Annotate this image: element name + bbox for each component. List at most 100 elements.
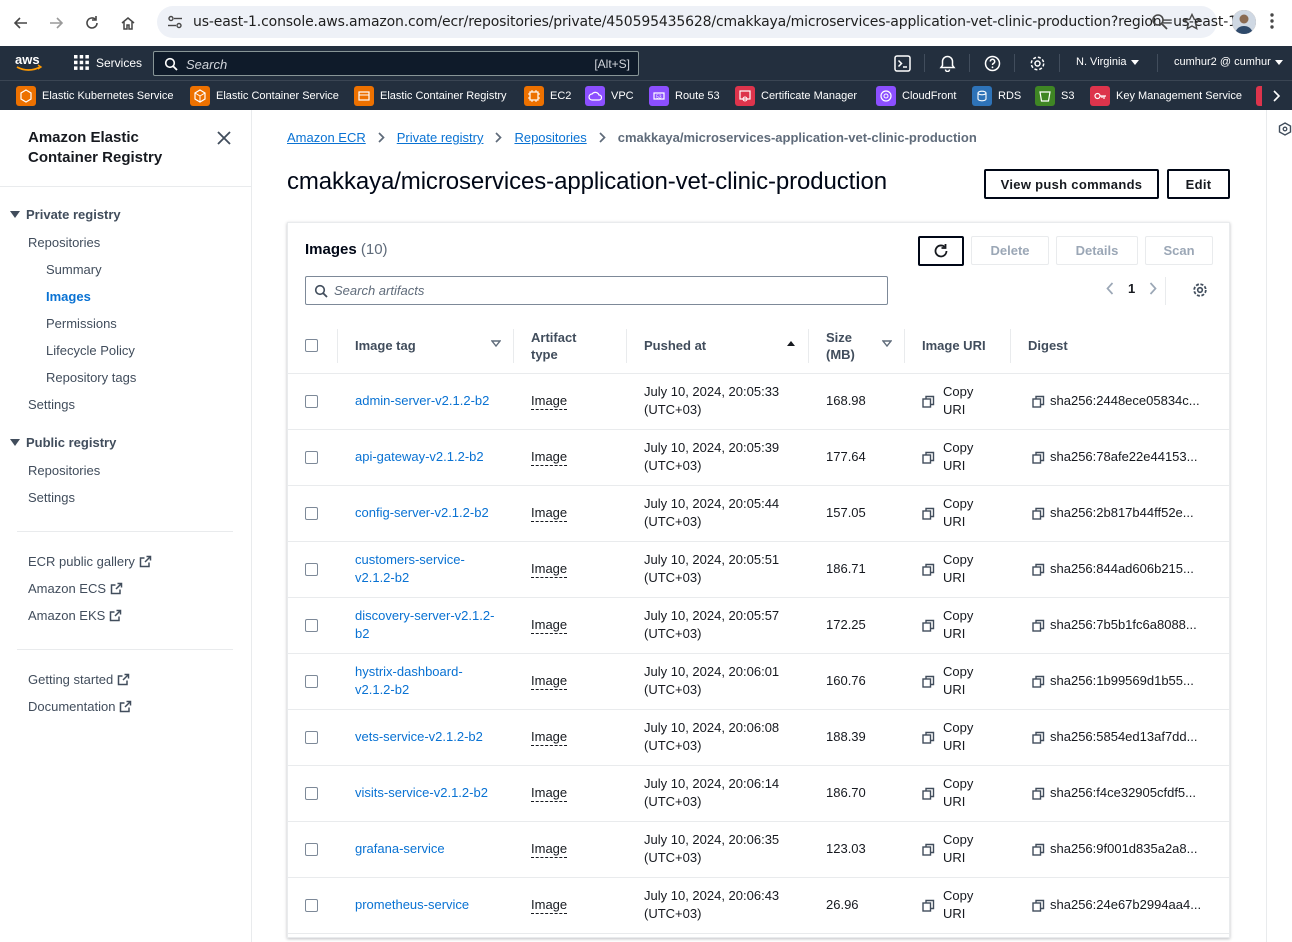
sort-caret-down-icon[interactable] xyxy=(491,340,501,347)
copy-digest-button[interactable]: sha256:24e67b2994aa4... xyxy=(1032,896,1217,914)
site-settings-icon[interactable] xyxy=(167,15,183,29)
help-icon[interactable] xyxy=(984,55,1001,72)
url-text[interactable]: us-east-1.console.aws.amazon.com/ecr/rep… xyxy=(193,14,1237,30)
reload-icon[interactable] xyxy=(74,5,110,41)
table-row[interactable]: grafana-service Image July 10, 2024, 20:06… xyxy=(288,821,1229,878)
row-checkbox[interactable] xyxy=(305,842,318,856)
image-tag-link[interactable]: api-gateway-v2.1.2-b2 xyxy=(355,449,484,464)
sort-caret-down-icon[interactable] xyxy=(882,340,892,347)
image-tag-link[interactable]: discovery-server-v2.1.2-b2 xyxy=(355,608,494,641)
aws-logo[interactable]: aws xyxy=(14,52,44,72)
sidebar-item-repositories[interactable]: Repositories xyxy=(28,235,100,250)
favorite-cloudfront[interactable]: CloudFront xyxy=(876,86,956,106)
favorites-scroll-right-icon[interactable] xyxy=(1262,86,1292,106)
copy-digest-button[interactable]: sha256:1b99569d1b55... xyxy=(1032,672,1217,690)
zoom-icon[interactable] xyxy=(1151,13,1169,31)
bookmark-star-icon[interactable] xyxy=(1183,13,1201,31)
sidebar-item-images[interactable]: Images xyxy=(46,289,91,304)
table-row[interactable]: visits-service-v2.1.2-b2 Image July 10, 20… xyxy=(288,765,1229,822)
sidebar-link-amazon-ecs[interactable]: Amazon ECS xyxy=(28,581,123,596)
artifact-type[interactable]: Image xyxy=(531,505,568,522)
table-row[interactable]: vets-service-v2.1.2-b2 Image July 10, 2024… xyxy=(288,709,1229,766)
refresh-button[interactable] xyxy=(918,236,964,266)
row-checkbox[interactable] xyxy=(305,674,318,688)
copy-digest-button[interactable]: sha256:844ad606b215... xyxy=(1032,560,1217,578)
row-checkbox[interactable] xyxy=(305,450,318,464)
copy-digest-button[interactable]: sha256:5854ed13af7dd... xyxy=(1032,728,1217,746)
breadcrumb-repositories[interactable]: Repositories xyxy=(514,130,586,145)
sidebar-link-getting-started[interactable]: Getting started xyxy=(28,672,130,687)
settings-gear-icon[interactable] xyxy=(1029,55,1046,72)
artifact-type[interactable]: Image xyxy=(531,897,568,914)
delete-button[interactable]: Delete xyxy=(971,236,1049,265)
artifact-type[interactable]: Image xyxy=(531,673,568,690)
edit-button[interactable]: Edit xyxy=(1167,169,1230,199)
sidebar-item-summary[interactable]: Summary xyxy=(46,262,102,277)
artifact-type[interactable]: Image xyxy=(531,785,568,802)
breadcrumb-amazon-ecr[interactable]: Amazon ECR xyxy=(287,130,366,145)
sidebar-item-repository-tags[interactable]: Repository tags xyxy=(46,370,136,385)
copy-digest-button[interactable]: sha256:7b5b1fc6a8088... xyxy=(1032,616,1217,634)
copy-uri-button[interactable]: Copy URI xyxy=(922,663,992,699)
table-row[interactable]: config-server-v2.1.2-b2 Image July 10, 202… xyxy=(288,485,1229,542)
image-tag-link[interactable]: grafana-service xyxy=(355,841,445,856)
favorite-kms[interactable]: Key Management Service xyxy=(1090,86,1242,106)
copy-uri-button[interactable]: Copy URI xyxy=(922,887,992,923)
favorite-rds[interactable]: RDS xyxy=(972,86,1021,106)
home-icon[interactable] xyxy=(110,5,146,41)
tools-panel-icon[interactable] xyxy=(1278,122,1292,136)
select-all-checkbox[interactable] xyxy=(305,339,318,353)
browser-menu-icon[interactable] xyxy=(1270,12,1274,30)
favorite-s3[interactable]: S3 xyxy=(1035,86,1074,106)
copy-uri-button[interactable]: Copy URI xyxy=(922,439,992,475)
sidebar-link-amazon-eks[interactable]: Amazon EKS xyxy=(28,608,122,623)
favorite-ec2[interactable]: EC2 xyxy=(524,86,571,106)
row-checkbox[interactable] xyxy=(305,786,318,800)
forward-arrow-icon[interactable] xyxy=(38,5,74,41)
row-checkbox[interactable] xyxy=(305,562,318,576)
column-header-artifact-type[interactable]: Artifact type xyxy=(513,319,626,374)
view-push-commands-button[interactable]: View push commands xyxy=(984,169,1159,199)
row-checkbox[interactable] xyxy=(305,394,318,408)
copy-digest-button[interactable]: sha256:9f001d835a2a8... xyxy=(1032,840,1217,858)
artifact-type[interactable]: Image xyxy=(531,561,568,578)
favorite-route53[interactable]: 53 Route 53 xyxy=(649,86,720,106)
favorite-vpc[interactable]: VPC xyxy=(585,86,634,106)
breadcrumb-private-registry[interactable]: Private registry xyxy=(397,130,484,145)
column-header-image-tag[interactable]: Image tag xyxy=(337,319,513,374)
favorite-ecs[interactable]: Elastic Container Service xyxy=(190,86,339,106)
chevron-right-icon[interactable] xyxy=(1149,282,1157,295)
favorite-eks[interactable]: Elastic Kubernetes Service xyxy=(16,86,173,106)
artifact-type[interactable]: Image xyxy=(531,729,568,746)
copy-uri-button[interactable]: Copy URI xyxy=(922,383,992,419)
table-row[interactable]: customers-service-v2.1.2-b2 Image July 10,… xyxy=(288,541,1229,598)
table-row[interactable]: hystrix-dashboard-v2.1.2-b2 Image July 10,… xyxy=(288,653,1229,710)
notifications-bell-icon[interactable] xyxy=(939,55,956,72)
sidebar-section-private-registry[interactable]: Private registry xyxy=(10,207,121,222)
sidebar-item-public-repositories[interactable]: Repositories xyxy=(28,463,100,478)
page-number[interactable]: 1 xyxy=(1128,281,1135,296)
services-menu[interactable]: Services xyxy=(74,55,142,70)
image-tag-link[interactable]: prometheus-service xyxy=(355,897,469,912)
copy-digest-button[interactable]: sha256:78afe22e44153... xyxy=(1032,448,1217,466)
favorite-ecr[interactable]: Elastic Container Registry xyxy=(354,86,507,106)
scan-button[interactable]: Scan xyxy=(1145,236,1213,265)
sidebar-item-settings[interactable]: Settings xyxy=(28,397,75,412)
copy-digest-button[interactable]: sha256:2448ece05834c... xyxy=(1032,392,1217,410)
sidebar-link-documentation[interactable]: Documentation xyxy=(28,699,132,714)
row-checkbox[interactable] xyxy=(305,898,318,912)
column-header-pushed-at[interactable]: Pushed at xyxy=(626,319,808,374)
copy-digest-button[interactable]: sha256:2b817b44ff52e... xyxy=(1032,504,1217,522)
cloudshell-icon[interactable] xyxy=(894,55,911,72)
copy-uri-button[interactable]: Copy URI xyxy=(922,719,992,755)
sort-caret-up-icon[interactable] xyxy=(786,340,796,347)
artifact-type[interactable]: Image xyxy=(531,393,568,410)
favorite-acm[interactable]: Certificate Manager xyxy=(735,86,857,106)
column-header-size[interactable]: Size (MB) xyxy=(808,319,904,374)
artifact-type[interactable]: Image xyxy=(531,617,568,634)
copy-uri-button[interactable]: Copy URI xyxy=(922,831,992,867)
back-arrow-icon[interactable] xyxy=(3,5,39,41)
search-artifacts-input[interactable]: Search artifacts xyxy=(305,276,888,305)
profile-avatar[interactable] xyxy=(1232,10,1256,34)
region-selector[interactable]: N. Virginia xyxy=(1076,56,1139,68)
